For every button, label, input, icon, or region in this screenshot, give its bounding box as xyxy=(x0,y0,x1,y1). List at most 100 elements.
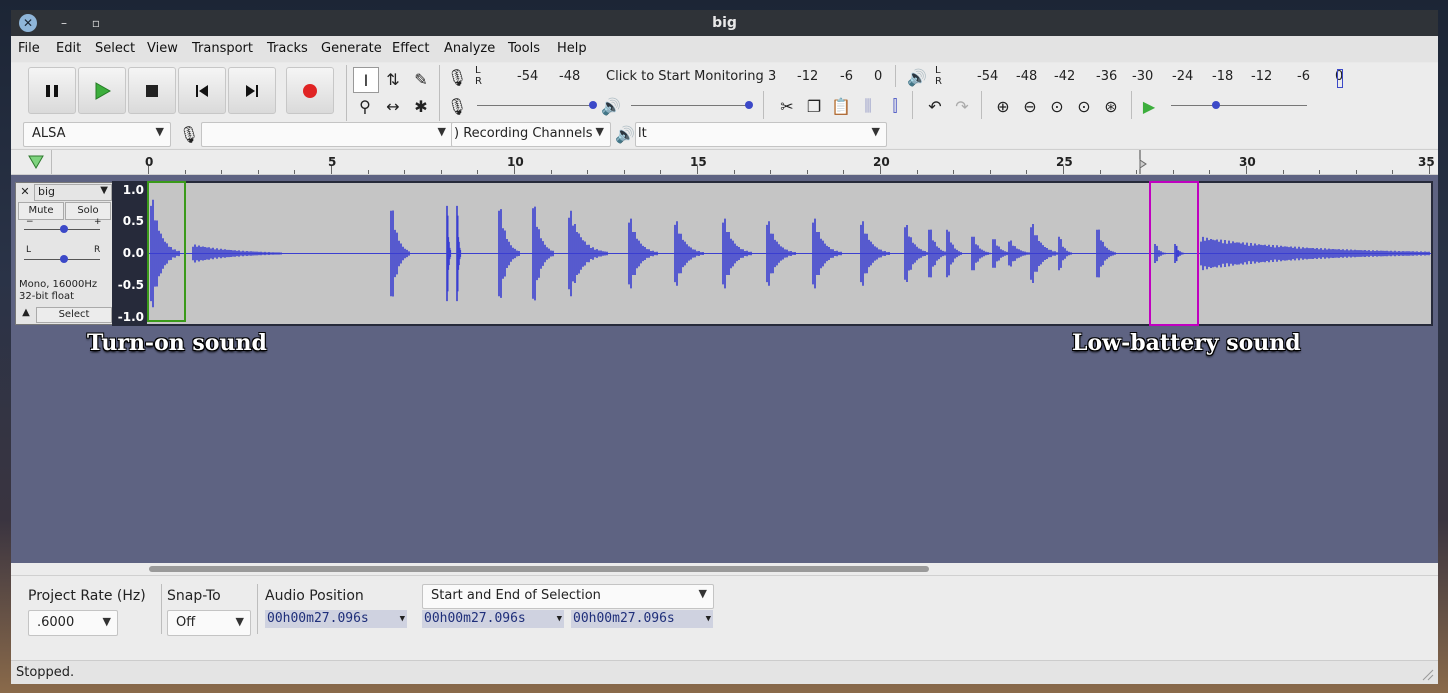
track-name: big xyxy=(38,185,56,198)
draw-tool[interactable]: ✎ xyxy=(409,67,433,91)
snap-to-select[interactable]: Off ▼ xyxy=(167,610,251,636)
waveform-canvas[interactable] xyxy=(147,181,1431,326)
menu-tracks[interactable]: Tracks xyxy=(267,41,308,56)
audio-position-time[interactable]: 00h00m27.096s ▼ xyxy=(265,610,407,628)
recording-channels-value: ) Recording Channels xyxy=(454,126,593,141)
skip-end-icon xyxy=(246,84,258,97)
envelope-tool[interactable]: ⇅ xyxy=(381,67,405,91)
menu-view[interactable]: View xyxy=(147,41,178,56)
solo-button[interactable]: Solo xyxy=(65,202,111,220)
audio-host-select[interactable]: ALSA ▼ xyxy=(23,122,171,147)
record-volume-thumb[interactable] xyxy=(589,101,597,109)
resize-grip-icon[interactable] xyxy=(1420,667,1434,681)
time-shift-tool[interactable]: ↔ xyxy=(381,94,405,118)
menu-generate[interactable]: Generate xyxy=(321,41,382,56)
multi-tool[interactable]: ✱ xyxy=(409,94,433,118)
menu-analyze[interactable]: Analyze xyxy=(444,41,495,56)
zoom-tool[interactable]: ⚲ xyxy=(353,94,377,118)
stop-button[interactable] xyxy=(128,67,176,114)
audio-position-value: 00h00m27.096s xyxy=(267,611,369,626)
menu-edit[interactable]: Edit xyxy=(56,41,81,56)
play-speed-thumb[interactable] xyxy=(1212,101,1220,109)
fit-selection-button[interactable]: ⊙ xyxy=(1045,94,1069,118)
selection-end-time[interactable]: 00h00m27.096s ▼ xyxy=(571,610,713,628)
top-toolbars: I ⇅ ✎ ⚲ ↔ ✱ 🎙 L R -54 -48 Click to Start… xyxy=(11,63,1438,123)
track-close-icon[interactable]: ✕ xyxy=(18,185,32,199)
track-info: Mono, 16000Hz xyxy=(19,279,98,290)
audacity-window: File Edit Select View Transport Tracks G… xyxy=(11,36,1438,684)
menu-help[interactable]: Help xyxy=(557,41,587,56)
zoom-out-icon: ⊖ xyxy=(1023,96,1037,116)
selection-end-value: 00h00m27.096s xyxy=(573,611,675,626)
undo-button[interactable]: ↶ xyxy=(923,94,947,118)
copy-button[interactable]: ❐ xyxy=(802,94,826,118)
menu-file[interactable]: File xyxy=(18,41,40,56)
trim-audio-icon: ⫼ xyxy=(864,96,872,115)
skip-to-start-button[interactable] xyxy=(178,67,226,114)
track-waveform-area[interactable]: 1.0 0.5 0.0 -0.5 -1.0 xyxy=(112,181,1433,326)
skip-start-icon xyxy=(196,84,208,97)
recording-channels-select[interactable]: ) Recording Channels ▼ xyxy=(451,122,611,147)
zoom-toggle-button[interactable]: ⊛ xyxy=(1099,94,1123,118)
mute-button[interactable]: Mute xyxy=(18,202,64,220)
play-meter-tick: -6 xyxy=(1297,69,1310,84)
zoom-out-button[interactable]: ⊖ xyxy=(1018,94,1042,118)
trim-button[interactable]: ⫼ xyxy=(856,94,880,118)
play-button[interactable] xyxy=(78,67,126,114)
skip-to-end-button[interactable] xyxy=(228,67,276,114)
playback-device-select[interactable]: lt ▼ xyxy=(635,122,887,147)
selection-start-time[interactable]: 00h00m27.096s ▼ xyxy=(422,610,564,628)
redo-button[interactable]: ↷ xyxy=(950,94,974,118)
playback-volume-slider[interactable] xyxy=(631,105,751,106)
menu-tools[interactable]: Tools xyxy=(508,41,540,56)
magnifier-icon: ⚲ xyxy=(359,96,371,116)
fit-project-button[interactable]: ⊙ xyxy=(1072,94,1096,118)
selection-toolbar: Project Rate (Hz) .6000 ▼ Snap-To Off ▼ … xyxy=(11,575,1438,661)
y-axis-label: -0.5 xyxy=(117,278,144,292)
status-bar: Stopped. xyxy=(11,660,1438,684)
microphone-icon: 🎙 xyxy=(446,67,468,87)
record-button[interactable] xyxy=(286,67,334,114)
silence-button[interactable]: ⫿ xyxy=(883,94,907,118)
selection-mode-select[interactable]: Start and End of Selection ▼ xyxy=(422,584,714,609)
collapse-track-icon[interactable]: ▲ xyxy=(18,307,34,321)
gain-slider-thumb[interactable] xyxy=(60,225,68,233)
audio-host-value: ALSA xyxy=(32,126,66,141)
pause-button[interactable] xyxy=(28,67,76,114)
ruler-tick xyxy=(587,170,589,174)
record-meter-lr: L R xyxy=(475,65,482,87)
select-track-button[interactable]: Select xyxy=(36,307,112,323)
horizontal-scrollbar[interactable] xyxy=(11,563,1438,575)
paste-button[interactable]: 📋 xyxy=(829,94,853,118)
track-name-menu[interactable]: big ▼ xyxy=(34,184,112,201)
project-rate-select[interactable]: .6000 ▼ xyxy=(28,610,118,636)
play-meter-tick: -24 xyxy=(1172,69,1194,84)
ruler-tick xyxy=(916,170,918,174)
timeline-options-icon[interactable] xyxy=(27,154,45,170)
click-to-start-monitoring[interactable]: Click to Start Monitoring xyxy=(606,69,764,84)
recording-device-select[interactable]: ▼ xyxy=(201,122,453,147)
record-volume-slider[interactable] xyxy=(477,105,595,106)
play-speed-slider[interactable] xyxy=(1171,105,1307,106)
ruler-tick xyxy=(953,170,955,174)
ruler-tick xyxy=(1392,170,1394,174)
timeline-ruler[interactable]: 0 5 10 15 20 25 30 35 xyxy=(11,149,1438,175)
menu-select[interactable]: Select xyxy=(95,41,135,56)
microphone-icon: 🎙 xyxy=(178,124,200,144)
title-bar: ✕ – ▫ big xyxy=(11,10,1438,36)
envelope-icon: ⇅ xyxy=(386,69,400,89)
selection-tool[interactable]: I xyxy=(353,67,379,93)
cut-button[interactable]: ✂ xyxy=(775,94,799,118)
zoom-in-button[interactable]: ⊕ xyxy=(991,94,1015,118)
playhead-marker[interactable] xyxy=(1137,150,1147,174)
menu-bar: File Edit Select View Transport Tracks G… xyxy=(11,36,1438,62)
menu-transport[interactable]: Transport xyxy=(192,41,253,56)
play-at-speed-button[interactable]: ▶ xyxy=(1137,94,1161,118)
play-meter-button[interactable]: 🔊 xyxy=(905,65,929,89)
menu-effect[interactable]: Effect xyxy=(392,41,429,56)
pan-slider-thumb[interactable] xyxy=(60,255,68,263)
playback-volume-thumb[interactable] xyxy=(745,101,753,109)
scrollbar-thumb[interactable] xyxy=(149,566,929,572)
ruler-tick xyxy=(1319,170,1321,174)
record-meter-button[interactable]: 🎙 xyxy=(445,65,469,89)
